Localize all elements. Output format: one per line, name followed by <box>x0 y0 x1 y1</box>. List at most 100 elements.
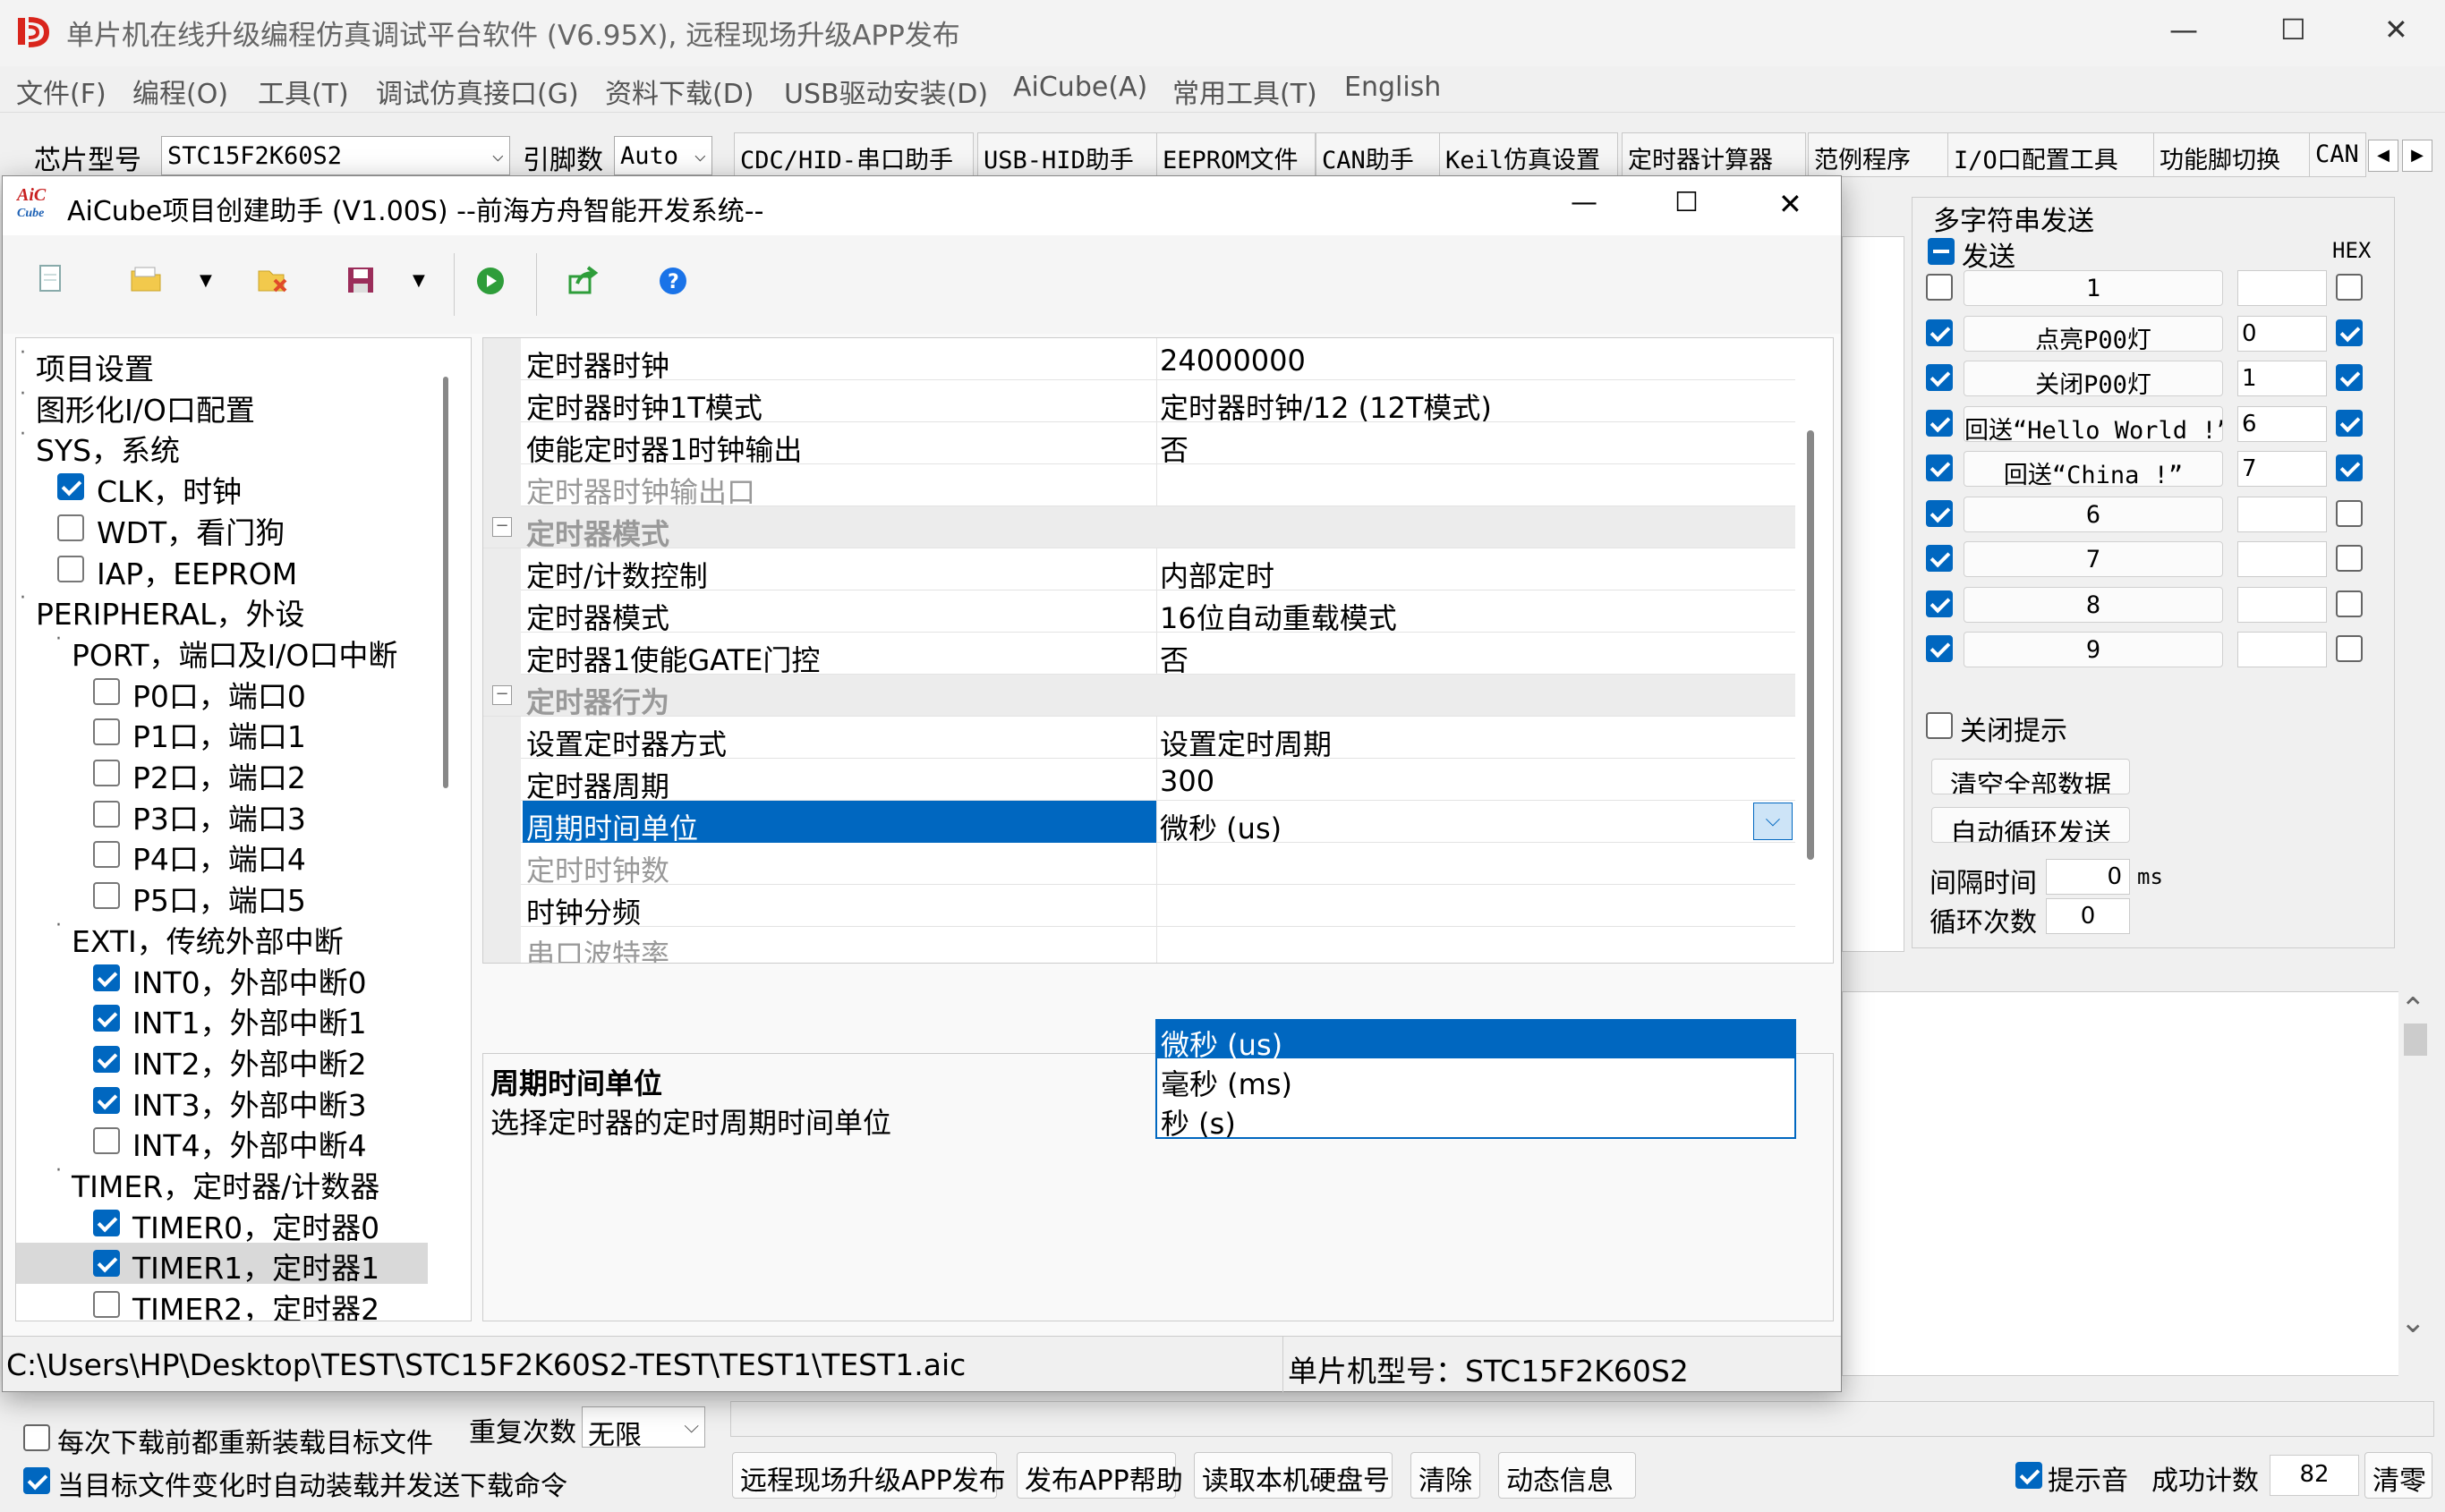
chip-select[interactable]: STC15F2K60S2 ⌵ <box>161 136 510 175</box>
grid-prop-value[interactable]: 定时器时钟/12 (12T模式) <box>1160 386 1492 427</box>
tree-node-label[interactable]: P2口，端口2 <box>132 754 306 797</box>
tree-node-label[interactable]: INT0，外部中断0 <box>132 959 367 1002</box>
tree-node-label[interactable]: 图形化I/O口配置 <box>36 386 255 429</box>
send-row-hex-checkbox[interactable] <box>2336 274 2363 301</box>
send-row-checkbox[interactable] <box>1926 454 1953 481</box>
tree-node-label[interactable]: PERIPHERAL，外设 <box>36 590 305 633</box>
send-row-button[interactable]: 点亮P00灯 <box>1964 315 2223 352</box>
tree-node-checkbox[interactable] <box>93 964 120 991</box>
grid-row[interactable]: 定时器时钟输出口 <box>483 464 1795 509</box>
run-icon[interactable] <box>475 266 506 296</box>
tree-node-checkbox[interactable] <box>93 841 120 869</box>
unit-option-s[interactable]: 秒 (s) <box>1157 1100 1794 1141</box>
new-file-icon[interactable] <box>38 264 64 294</box>
menu-english[interactable]: English <box>1344 72 1441 103</box>
tree-node-checkbox[interactable] <box>93 882 120 910</box>
tree-node-checkbox[interactable] <box>93 1127 120 1155</box>
tab-cdc-hid-serial[interactable]: CDC/HID-串口助手 <box>734 132 974 177</box>
chevron-up-icon[interactable]: ⌃ <box>2400 991 2426 1027</box>
tree-node-label[interactable]: TIMER0，定时器0 <box>132 1204 379 1247</box>
tree-node-checkbox[interactable] <box>93 1005 120 1032</box>
tree-node-checkbox[interactable] <box>57 514 84 541</box>
receive-scrollbar[interactable]: ⌃ ⌄ <box>2398 991 2432 1376</box>
save-dropdown-icon[interactable]: ▼ <box>413 271 425 290</box>
export-icon[interactable] <box>568 266 599 294</box>
send-row-value[interactable]: 1 <box>2237 361 2327 396</box>
close-hint-checkbox[interactable] <box>1926 712 1953 739</box>
tree-node-label[interactable]: SYS，系统 <box>36 427 180 470</box>
send-row-value[interactable] <box>2237 586 2327 623</box>
reload-before-checkbox[interactable] <box>23 1424 50 1451</box>
grid-row[interactable]: 时钟分频 <box>483 885 1795 930</box>
tree-node-checkbox[interactable] <box>93 1250 120 1278</box>
chevron-down-icon[interactable]: ⌄ <box>2400 1304 2426 1340</box>
send-row-value[interactable] <box>2237 541 2327 577</box>
tab-scroll-left-icon[interactable]: ◀ <box>2368 140 2398 172</box>
send-row-hex-checkbox[interactable] <box>2336 590 2363 617</box>
pins-select[interactable]: Auto ⌵ <box>614 136 712 175</box>
send-row-checkbox[interactable] <box>1926 409 1953 437</box>
unit-dropdown-chevron-icon[interactable]: ⌵ <box>1753 803 1793 840</box>
dialog-maximize-icon[interactable]: ☐ <box>1674 187 1699 218</box>
tree-node-label[interactable]: INT4，外部中断4 <box>132 1122 367 1165</box>
tree-expander-icon[interactable]: · <box>20 342 26 364</box>
tree-node-label[interactable]: P3口，端口3 <box>132 795 306 838</box>
send-row-hex-checkbox[interactable] <box>2336 364 2363 391</box>
send-row-button[interactable]: 6 <box>1964 496 2223 532</box>
send-row-hex-checkbox[interactable] <box>2336 545 2363 572</box>
grid-row[interactable]: 定时/计数控制 内部定时 <box>483 548 1795 593</box>
grid-prop-value[interactable]: 24000000 <box>1160 344 1306 378</box>
grid-row[interactable]: 周期时间单位 微秒 (us) <box>483 801 1795 845</box>
grid-category-row[interactable]: − 定时器行为 <box>483 675 1795 719</box>
grid-row[interactable]: 定时器时钟 24000000 <box>483 338 1795 383</box>
grid-prop-value[interactable]: 16位自动重载模式 <box>1160 596 1397 637</box>
tree-node-checkbox[interactable] <box>93 1209 120 1236</box>
grid-row[interactable]: 使能定时器1时钟输出 否 <box>483 422 1795 467</box>
dialog-close-icon[interactable]: ✕ <box>1778 187 1802 221</box>
repeat-select[interactable]: 无限 ⌵ <box>582 1406 705 1450</box>
send-row-value[interactable] <box>2237 496 2327 532</box>
interval-input[interactable]: 0 <box>2046 859 2130 895</box>
send-row-hex-checkbox[interactable] <box>2336 409 2363 437</box>
grid-prop-value[interactable]: 内部定时 <box>1160 554 1274 595</box>
send-row-checkbox[interactable] <box>1926 319 1953 346</box>
tab-pin-switch[interactable]: 功能脚切换 <box>2153 132 2311 177</box>
tree-expander-icon[interactable]: · <box>20 587 26 609</box>
collapse-icon[interactable]: − <box>492 517 512 537</box>
tree-node-label[interactable]: CLK，时钟 <box>97 468 242 511</box>
tree-node-label[interactable]: TIMER2，定时器2 <box>132 1286 379 1321</box>
tree-scrollbar[interactable] <box>443 377 448 788</box>
tree-node-checkbox[interactable] <box>93 1045 120 1073</box>
send-row-button[interactable]: 回送“Hello World !” <box>1964 405 2223 442</box>
tree-node-label[interactable]: IAP，EEPROM <box>97 550 297 593</box>
send-row-value[interactable]: 0 <box>2237 315 2327 352</box>
grid-prop-value[interactable]: 300 <box>1160 764 1214 798</box>
tab-eeprom[interactable]: EEPROM文件 <box>1156 132 1316 177</box>
tree-node-label[interactable]: EXTI，传统外部中断 <box>72 918 344 961</box>
tree-node-checkbox[interactable] <box>93 677 120 705</box>
tab-timer-calc[interactable]: 定时器计算器 <box>1622 132 1806 177</box>
unit-option-us[interactable]: 微秒 (us) <box>1157 1021 1794 1062</box>
send-row-button[interactable]: 1 <box>1964 270 2223 306</box>
read-disk-button[interactable]: 读取本机硬盘号 <box>1194 1452 1393 1499</box>
send-row-checkbox[interactable] <box>1926 274 1953 301</box>
tree-node-label[interactable]: TIMER，定时器/计数器 <box>72 1163 379 1206</box>
send-row-hex-checkbox[interactable] <box>2336 454 2363 481</box>
tree-node-label[interactable]: INT2，外部中断2 <box>132 1041 367 1083</box>
help-icon[interactable]: ? <box>658 266 688 296</box>
send-row-button[interactable]: 关闭P00灯 <box>1964 361 2223 396</box>
send-row-checkbox[interactable] <box>1926 545 1953 572</box>
tree-node-label[interactable]: P1口，端口1 <box>132 713 306 756</box>
grid-row[interactable]: 设置定时器方式 设置定时周期 <box>483 717 1795 761</box>
grid-row[interactable]: 定时器1使能GATE门控 否 <box>483 633 1795 677</box>
beep-checkbox[interactable] <box>2015 1462 2042 1489</box>
send-row-button[interactable]: 7 <box>1964 541 2223 577</box>
loop-input[interactable]: 0 <box>2046 898 2130 934</box>
tree-node-checkbox[interactable] <box>57 555 84 582</box>
property-grid[interactable]: 定时器时钟 24000000 定时器时钟1T模式 定时器时钟/12 (12T模式) 使能… <box>482 337 1834 964</box>
menu-debug[interactable]: 调试仿真接口(G) <box>376 72 579 111</box>
tab-scroll-right-icon[interactable]: ▶ <box>2402 140 2432 172</box>
tab-keil[interactable]: Keil仿真设置 <box>1439 132 1618 177</box>
reset-count-button[interactable]: 清零 <box>2364 1452 2432 1499</box>
send-row-hex-checkbox[interactable] <box>2336 635 2363 662</box>
